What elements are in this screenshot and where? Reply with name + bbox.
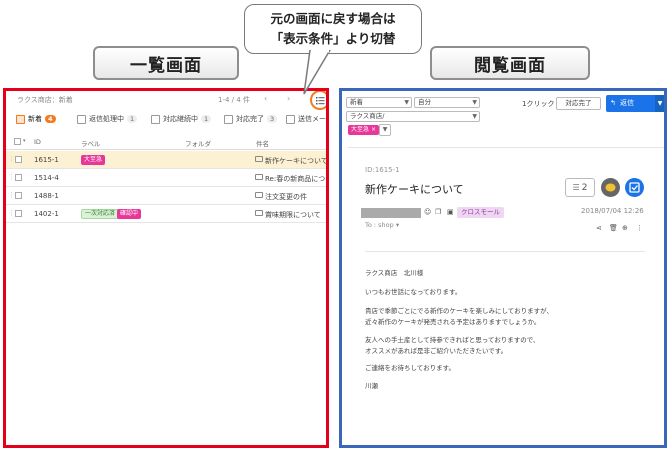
table-row[interactable]: ⋮ 1402-1 一次対応済 確認中 賞味期限について (6, 205, 326, 223)
tab-icon (286, 114, 295, 124)
row-checkbox[interactable] (15, 174, 22, 181)
column-id[interactable]: ID (34, 138, 41, 146)
comment-count-button[interactable]: ☰ 2 (565, 178, 595, 197)
mail-body-line: ご連絡をお待ちしております。 (365, 364, 455, 372)
envelope-icon (255, 192, 263, 198)
tab-icon (16, 114, 25, 124)
column-folder[interactable]: フォルダ (185, 138, 211, 148)
chevron-down-icon: ▾ (395, 221, 400, 229)
chevron-down-icon[interactable]: ▾ (23, 138, 26, 144)
list-view-panel: ラクス商店：新着 1-4 / 4 件 ‹ › 新着 4 返信処理中 1 対応継続… (3, 88, 329, 448)
tab-in-progress[interactable]: 対応継続中 1 (151, 111, 212, 127)
column-label[interactable]: ラベル (81, 138, 101, 148)
select-all-checkbox[interactable] (14, 138, 21, 145)
address-book-icon[interactable]: ▣ (447, 208, 455, 217)
label-badge: 確認中 (117, 209, 142, 219)
callout-tail (303, 50, 331, 95)
tab-completed[interactable]: 対応完了 3 (224, 111, 278, 127)
speech-bubble-icon (605, 183, 616, 191)
tab-icon (151, 114, 160, 124)
sender-redacted (361, 208, 421, 218)
pager-count: 1-4 / 4 件 (218, 96, 250, 104)
envelope-icon (255, 210, 263, 216)
label-badge: 一次対応済 (81, 209, 120, 219)
mail-body-line: ラクス商店 北川様 (365, 269, 424, 277)
table-row[interactable]: ⋮ 1514-4 Re:春の新商品につい… (6, 169, 326, 187)
mail-body-line: 友人への手土産として持参できればと思っておりますので、 (365, 336, 540, 344)
more-icon[interactable]: ⋮ (636, 224, 643, 232)
mail-body-line: いつもお世話になっております。 (365, 288, 462, 296)
divider (365, 251, 645, 252)
drag-handle-icon[interactable]: ⋮ (8, 155, 15, 163)
mail-id: ID:1615-1 (365, 166, 400, 174)
list-view-title: 一覧画面 (93, 46, 239, 80)
row-checkbox[interactable] (15, 192, 22, 199)
drag-handle-icon[interactable]: ⋮ (8, 191, 15, 199)
mail-body-line: 近々新作のケーキが発売される予定はありますでしょうか。 (365, 318, 541, 326)
channel-tag: クロスモール (457, 207, 504, 218)
callout-line-1: 元の画面に戻す場合は (270, 11, 396, 26)
table-row[interactable]: ⋮ 1488-1 注文変更の件 (6, 187, 326, 205)
envelope-icon (255, 174, 263, 180)
tab-icon (77, 114, 86, 124)
smile-icon[interactable]: ☺ (424, 208, 432, 217)
list-icon (315, 96, 324, 104)
mail-to[interactable]: To : shop ▾ (365, 221, 399, 229)
mail-body-line: 貴店で季節ごとにでる新作のケーキを楽しみにしておりますが、 (365, 307, 553, 315)
mail-date: 2018/07/04 12:26 (581, 207, 644, 215)
mail-body-line: オススメがあれば是非ご紹介いただきたいです。 (365, 347, 508, 355)
mail-body-line: 川瀬 (365, 382, 378, 390)
row-checkbox[interactable] (15, 210, 22, 217)
breadcrumb: ラクス商店：新着 (17, 96, 73, 104)
table-header: ▾ ID ラベル フォルダ 件名 (6, 134, 326, 150)
tab-replying[interactable]: 返信処理中 1 (77, 111, 138, 127)
column-subject[interactable]: 件名 (256, 138, 269, 148)
status-tabs: 新着 4 返信処理中 1 対応継続中 1 対応完了 3 送信メール (6, 111, 326, 129)
envelope-icon (255, 156, 263, 162)
comment-button[interactable] (601, 178, 620, 197)
copy-icon[interactable]: ❐ (435, 208, 443, 217)
drag-handle-icon[interactable]: ⋮ (8, 173, 15, 181)
globe-icon[interactable]: ⊕ (622, 224, 628, 232)
label-badge: 大至急 (81, 155, 106, 165)
tab-new[interactable]: 新着 4 (16, 111, 56, 127)
prev-page-button[interactable]: ‹ (264, 94, 267, 103)
trash-icon[interactable]: 🗑 (609, 224, 618, 232)
tab-icon (224, 114, 233, 124)
list-icon: ☰ (572, 183, 580, 192)
table-row[interactable]: ⋮ 1615-1 大至急 新作ケーキについて (6, 151, 326, 169)
next-page-button[interactable]: › (287, 94, 290, 103)
check-button[interactable] (625, 178, 644, 197)
tab-sent[interactable]: 送信メール (286, 111, 326, 127)
drag-handle-icon[interactable]: ⋮ (8, 209, 15, 217)
row-checkbox[interactable] (15, 156, 22, 163)
reading-view-title: 閲覧画面 (430, 46, 590, 80)
callout-line-2: 「表示条件」より切替 (270, 31, 396, 46)
checkbox-icon (629, 182, 640, 193)
mail-detail: ID:1615-1 新作ケーキについて ☰ 2 ☺ ❐ ▣ クロスモール 201… (342, 91, 664, 445)
callout-bubble: 元の画面に戻す場合は 「表示条件」より切替 (244, 4, 422, 54)
share-icon[interactable]: ⋖ (596, 224, 602, 232)
mail-subject: 新作ケーキについて (365, 183, 464, 196)
